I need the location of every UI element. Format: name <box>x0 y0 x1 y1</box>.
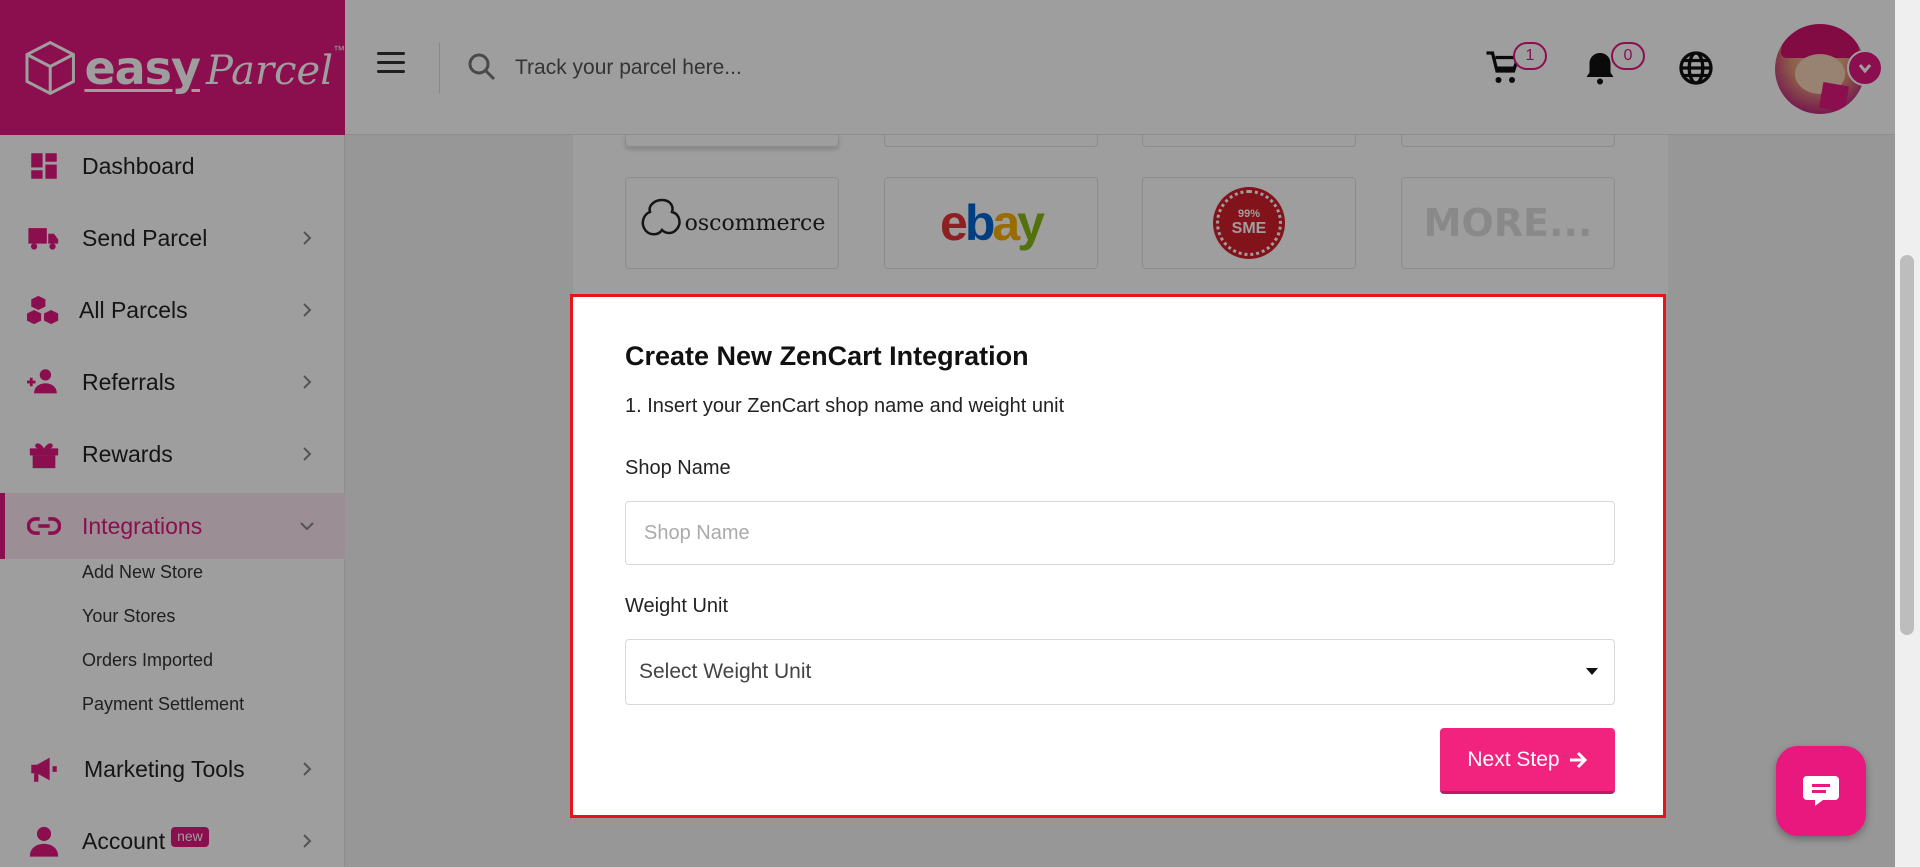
zencart-integration-modal: Create New ZenCart Integration 1. Insert… <box>570 294 1666 818</box>
chat-icon <box>1803 776 1839 806</box>
shop-name-input[interactable] <box>625 501 1615 565</box>
weight-unit-label: Weight Unit <box>625 595 729 617</box>
modal-title: Create New ZenCart Integration <box>625 341 1029 371</box>
caret-down-icon <box>1586 668 1598 675</box>
weight-unit-selected-value: Select Weight Unit <box>639 660 812 683</box>
arrow-right-icon <box>1569 751 1587 768</box>
shop-name-label: Shop Name <box>625 457 731 479</box>
next-step-button[interactable]: Next Step <box>1440 728 1615 794</box>
modal-step-instruction: 1. Insert your ZenCart shop name and wei… <box>625 395 1065 417</box>
chat-button[interactable] <box>1776 746 1866 836</box>
weight-unit-select[interactable]: Select Weight Unit <box>625 639 1615 705</box>
scrollbar-thumb[interactable] <box>1900 255 1914 635</box>
next-step-label: Next Step <box>1467 747 1560 771</box>
